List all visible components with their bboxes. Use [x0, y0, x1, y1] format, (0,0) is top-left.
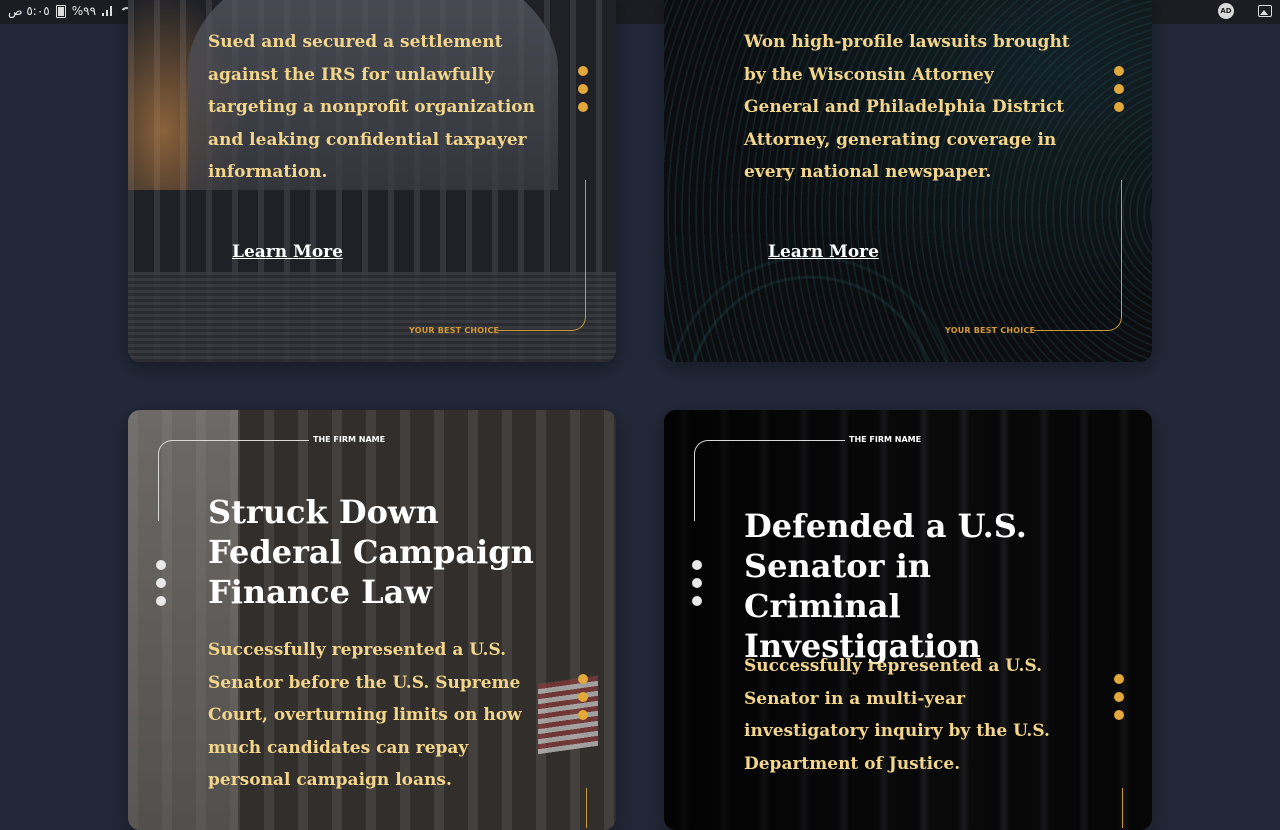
gold-corner-frame — [1034, 180, 1122, 331]
battery-icon — [55, 4, 66, 18]
status-bar-right: AD — [1218, 3, 1272, 19]
card-title: Defended a U.S. Senator in Criminal Inve… — [744, 507, 1027, 665]
card-description: Sued and secured a settlement against th… — [208, 32, 536, 182]
gold-corner-frame — [498, 180, 586, 331]
card-tag: THE FIRM NAME — [313, 435, 386, 444]
card-tag: YOUR BEST CHOICE — [945, 326, 1036, 335]
card-menu-dots-icon[interactable] — [1114, 674, 1124, 720]
achievement-card-lawsuits: Won high-profile lawsuits brought by the… — [664, 0, 1152, 362]
learn-more-link[interactable]: Learn More — [232, 242, 343, 262]
achievement-card-campaign-finance: THE FIRM NAME Struck Down Federal Campai… — [128, 410, 616, 830]
achievement-card-criminal-investigation: THE FIRM NAME Defended a U.S. Senator in… — [664, 410, 1152, 830]
card-title: Struck Down Federal Campaign Finance Law — [208, 493, 534, 611]
card-side-dots-icon[interactable] — [692, 560, 702, 606]
card-menu-dots-icon[interactable] — [1114, 66, 1124, 112]
ad-icon[interactable]: AD — [1218, 3, 1234, 19]
card-tag: YOUR BEST CHOICE — [409, 326, 500, 335]
battery-level: %٩٩ — [71, 4, 97, 18]
card-description: Successfully represented a U.S. Senator … — [744, 656, 1050, 774]
gold-corner-frame — [585, 788, 587, 828]
achievement-card-irs: Sued and secured a settlement against th… — [128, 0, 616, 362]
card-description: Successfully represented a U.S. Senator … — [208, 640, 522, 790]
card-menu-dots-icon[interactable] — [578, 66, 588, 112]
card-description: Won high-profile lawsuits brought by the… — [744, 32, 1070, 182]
signal-icon — [102, 6, 114, 16]
card-side-dots-icon[interactable] — [156, 560, 166, 606]
card-menu-dots-icon[interactable] — [578, 674, 588, 720]
gallery-icon[interactable] — [1258, 5, 1272, 17]
gold-corner-frame — [1121, 788, 1123, 828]
clock: ٥:٠٥ ص — [8, 4, 50, 18]
flag-image — [538, 675, 598, 755]
card-tag: THE FIRM NAME — [849, 435, 922, 444]
learn-more-link[interactable]: Learn More — [768, 242, 879, 262]
